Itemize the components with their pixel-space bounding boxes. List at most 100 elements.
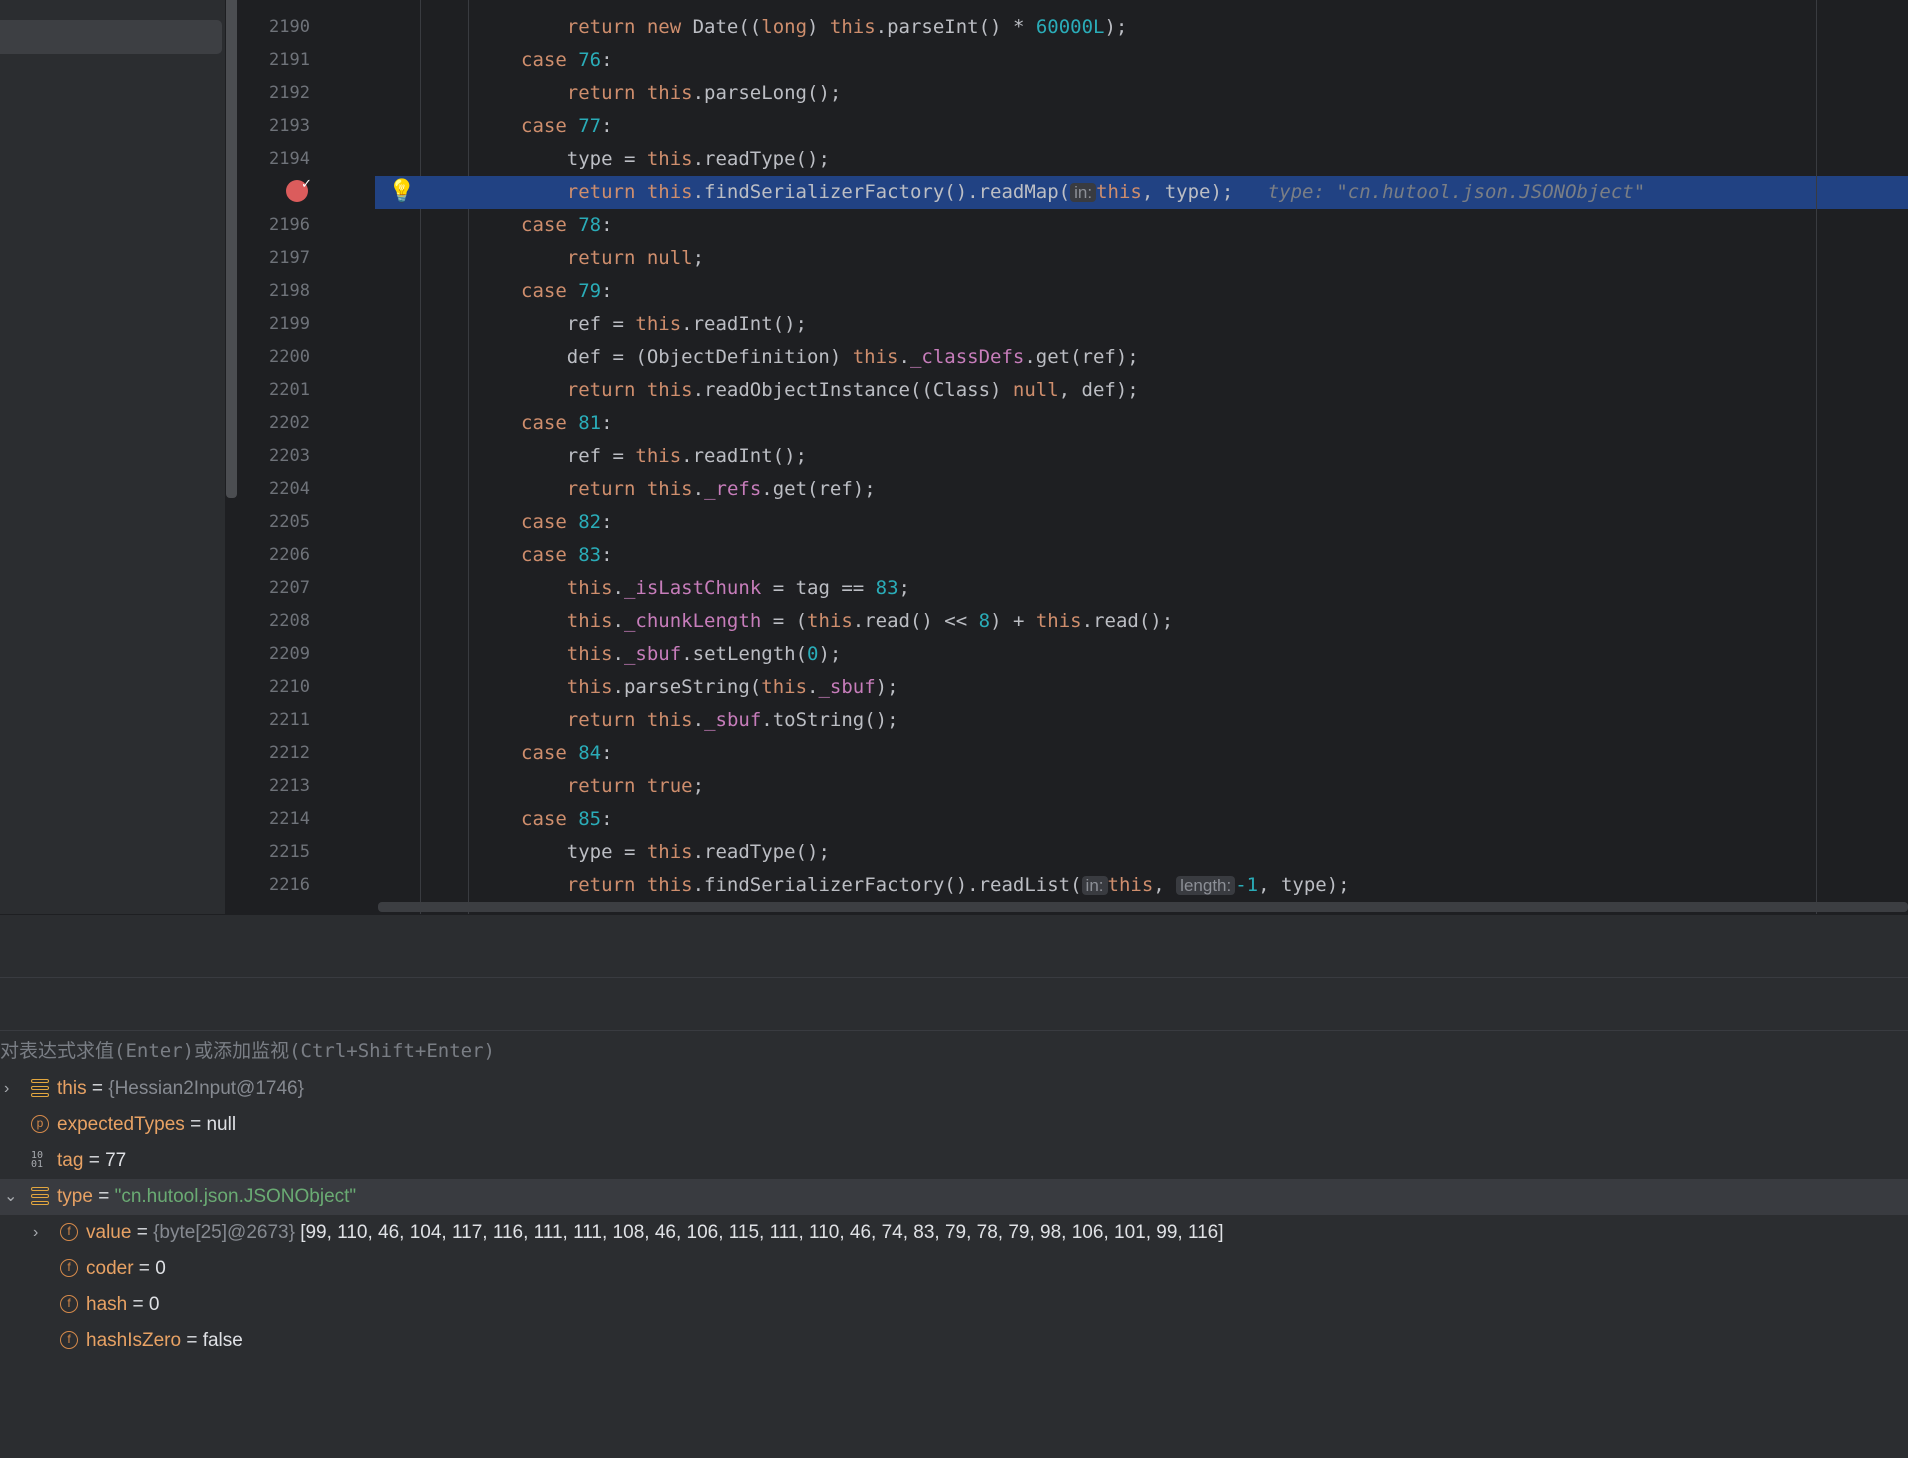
variable-row[interactable]: f coder = 0 (0, 1251, 1908, 1287)
variable-row[interactable]: f hash = 0 (0, 1287, 1908, 1323)
code-token: this (566, 643, 613, 665)
code-token: : (601, 742, 613, 764)
code-token: 8 (978, 610, 991, 632)
code-line[interactable]: return this.readObjectInstance((Class) n… (375, 374, 1908, 407)
evaluate-expression-input[interactable] (0, 1031, 1908, 1071)
code-line[interactable]: this._chunkLength = (this.read() << 8) +… (375, 605, 1908, 638)
code-token: : (601, 49, 613, 71)
project-scrollbar[interactable] (226, 0, 237, 498)
variables-panel: › this = {Hessian2Input@1746} p expectedTyp… (0, 1071, 1908, 1458)
editor-horizontal-scrollbar[interactable] (378, 902, 1908, 912)
code-line[interactable]: case 81: (375, 407, 1908, 440)
code-token: return true (566, 775, 693, 797)
code-token: case (521, 49, 579, 71)
code-token: .readType(); (692, 841, 830, 863)
code-line[interactable]: type = this.readType(); (375, 143, 1908, 176)
code-line[interactable]: this.parseString(this._sbuf); (375, 671, 1908, 704)
variable-type: {byte[25]@2673} (153, 1222, 295, 1243)
code-line[interactable]: return this._refs.get(ref); (375, 473, 1908, 506)
code-token: .readObjectInstance((Class) (692, 379, 1013, 401)
code-token: 77 (578, 115, 602, 137)
variable-row[interactable]: › this = {Hessian2Input@1746} (0, 1071, 1908, 1107)
code-line[interactable]: case 85: (375, 803, 1908, 836)
code-line[interactable]: return null; (375, 242, 1908, 275)
line-number: 2213 (269, 776, 310, 796)
debug-toolbar (0, 914, 1908, 977)
code-token: -1 (1235, 874, 1259, 896)
code-token: case (521, 280, 579, 302)
line-number: 2193 (269, 116, 310, 136)
variable-value: 0 (155, 1258, 166, 1279)
code-line[interactable]: return this._sbuf.toString(); (375, 704, 1908, 737)
code-token: def = (ObjectDefinition) (521, 346, 853, 368)
code-token: = ( (761, 610, 808, 632)
code-line[interactable]: case 77: (375, 110, 1908, 143)
variable-row[interactable]: ⌄ type = "cn.hutool.json.JSONObject" (0, 1179, 1908, 1215)
code-token: : (601, 214, 613, 236)
variable-value: false (202, 1330, 243, 1351)
code-token: type = (521, 841, 647, 863)
variable-type: {Hessian2Input@1746} (108, 1078, 304, 1099)
variable-name: expectedTypes (57, 1114, 185, 1135)
code-line[interactable]: case 76: (375, 44, 1908, 77)
line-number: 2199 (269, 314, 310, 334)
code-token: .read() << (852, 610, 979, 632)
code-line[interactable]: ref = this.readInt(); (375, 308, 1908, 341)
code-line[interactable]: return this.findSerializerFactory().read… (375, 869, 1908, 902)
expand-arrow-icon[interactable]: › (4, 1071, 9, 1107)
current-execution-line[interactable]: return this.findSerializerFactory().read… (375, 176, 1908, 209)
code-editor[interactable]: return new Date((long) this.parseInt() *… (375, 0, 1908, 914)
code-line[interactable]: case 84: (375, 737, 1908, 770)
code-line[interactable]: ref = this.readInt(); (375, 440, 1908, 473)
variable-eq: = (83, 1150, 106, 1171)
variable-row[interactable]: f hashIsZero = false (0, 1323, 1908, 1359)
expand-arrow-icon[interactable]: › (33, 1215, 38, 1251)
code-token: .toString(); (761, 709, 899, 731)
code-line[interactable]: case 83: (375, 539, 1908, 572)
code-line[interactable]: return this.parseLong(); (375, 77, 1908, 110)
variable-row[interactable]: 10 01 tag = 77 (0, 1143, 1908, 1179)
code-line[interactable]: this._isLastChunk = tag == 83; (375, 572, 1908, 605)
code-token: case (521, 742, 579, 764)
lightbulb-icon[interactable]: 💡 (388, 178, 415, 204)
code-token: return this (566, 874, 693, 896)
variable-row[interactable]: › f value = {byte[25]@2673} [99, 110, 46, … (0, 1215, 1908, 1251)
code-line[interactable]: return true; (375, 770, 1908, 803)
code-token: this (1096, 181, 1142, 203)
selected-tree-item[interactable] (0, 20, 222, 54)
code-line[interactable]: case 79: (375, 275, 1908, 308)
code-token: return this (566, 181, 693, 203)
code-token: : (601, 808, 613, 830)
line-number (241, 176, 310, 209)
line-number: 2206 (269, 545, 310, 565)
code-token: this (852, 346, 899, 368)
variable-row[interactable]: p expectedTypes = null (0, 1107, 1908, 1143)
code-token: 82 (578, 511, 602, 533)
code-token: .parseLong(); (692, 82, 842, 104)
code-token: ; (692, 247, 705, 269)
code-line[interactable]: return new Date((long) this.parseInt() *… (375, 11, 1908, 44)
code-line[interactable]: this._sbuf.setLength(0); (375, 638, 1908, 671)
line-number: 2208 (269, 611, 310, 631)
code-line[interactable]: case 78: (375, 209, 1908, 242)
code-token: _sbuf (623, 643, 682, 665)
code-token: .readInt(); (681, 313, 807, 335)
line-number: 2215 (269, 842, 310, 862)
collapse-arrow-icon[interactable]: ⌄ (4, 1179, 17, 1215)
code-line[interactable]: case 82: (375, 506, 1908, 539)
code-token: 79 (578, 280, 602, 302)
code-token: 84 (578, 742, 602, 764)
code-token: .parseString( (612, 676, 762, 698)
code-line[interactable]: type = this.readType(); (375, 836, 1908, 869)
code-token: ; (898, 577, 910, 599)
code-line[interactable]: def = (ObjectDefinition) this._classDefs… (375, 341, 1908, 374)
code-token: _sbuf (704, 709, 762, 731)
variable-name: this (57, 1078, 87, 1099)
code-token: this (1107, 874, 1154, 896)
line-number: 2200 (269, 347, 310, 367)
